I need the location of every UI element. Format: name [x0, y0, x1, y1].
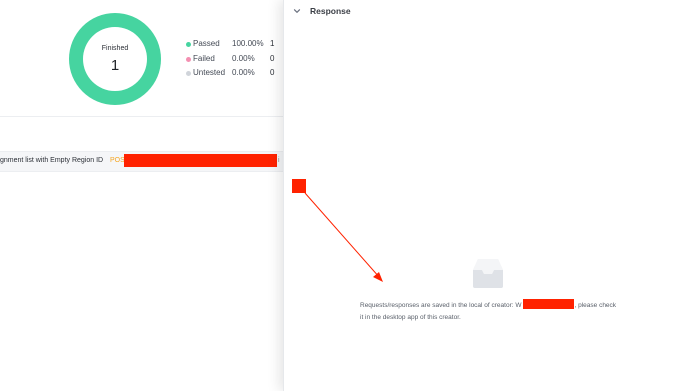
empty-message-line-1: Requests/responses are saved in the loca…	[360, 299, 630, 312]
result-legend: Passed 100.00% 1 Failed 0.00% 0 Untested…	[186, 37, 284, 81]
legend-name: Untested	[193, 68, 226, 77]
annotation-marker	[292, 179, 306, 193]
empty-message-suffix: , please check	[574, 302, 617, 309]
inbox-icon	[470, 256, 506, 290]
request-row-trailing-text: i	[278, 157, 280, 164]
failed-dot-icon	[186, 56, 191, 62]
redacted-creator-name	[522, 299, 574, 309]
empty-state-message: Requests/responses are saved in the loca…	[360, 299, 630, 324]
legend-row-failed: Failed 0.00% 0	[186, 52, 284, 67]
legend-count: 0	[270, 53, 275, 63]
empty-message-prefix: Requests/responses are saved in the loca…	[360, 302, 522, 309]
empty-message-line-2: it in the desktop app of this creator.	[360, 314, 461, 321]
donut-label: Finished	[101, 45, 129, 52]
legend-name: Failed	[193, 53, 215, 63]
response-section-header[interactable]: Response	[292, 4, 351, 18]
request-name: gnment list with Empty Region ID	[0, 157, 104, 164]
untested-dot-icon	[186, 71, 191, 76]
legend-count: 0	[270, 68, 275, 77]
finished-donut-chart: Finished 1	[69, 13, 161, 105]
report-summary-panel: Finished 1 Passed 100.00% 1 Failed 0.00%…	[0, 0, 284, 391]
legend-row-untested: Untested 0.00% 0	[186, 66, 284, 81]
legend-name: Passed	[193, 39, 220, 48]
redacted-url-block	[124, 154, 277, 167]
donut-value: 1	[110, 57, 120, 74]
legend-percent: 0.00%	[232, 68, 255, 77]
app-root: Finished 1 Passed 100.00% 1 Failed 0.00%…	[0, 0, 690, 391]
passed-dot-icon	[186, 42, 191, 47]
legend-row-passed: Passed 100.00% 1	[186, 37, 284, 52]
donut-center: Finished 1	[83, 27, 147, 91]
legend-percent: 0.00%	[232, 53, 255, 63]
legend-count: 1	[270, 39, 275, 48]
response-panel: Response Requests/responses are saved in…	[283, 0, 690, 391]
legend-percent: 100.00%	[232, 39, 264, 48]
chevron-down-icon[interactable]	[292, 6, 302, 16]
section-divider	[0, 116, 284, 117]
response-title: Response	[310, 6, 351, 16]
request-list-item[interactable]: gnment list with Empty Region ID POST i	[0, 151, 284, 172]
